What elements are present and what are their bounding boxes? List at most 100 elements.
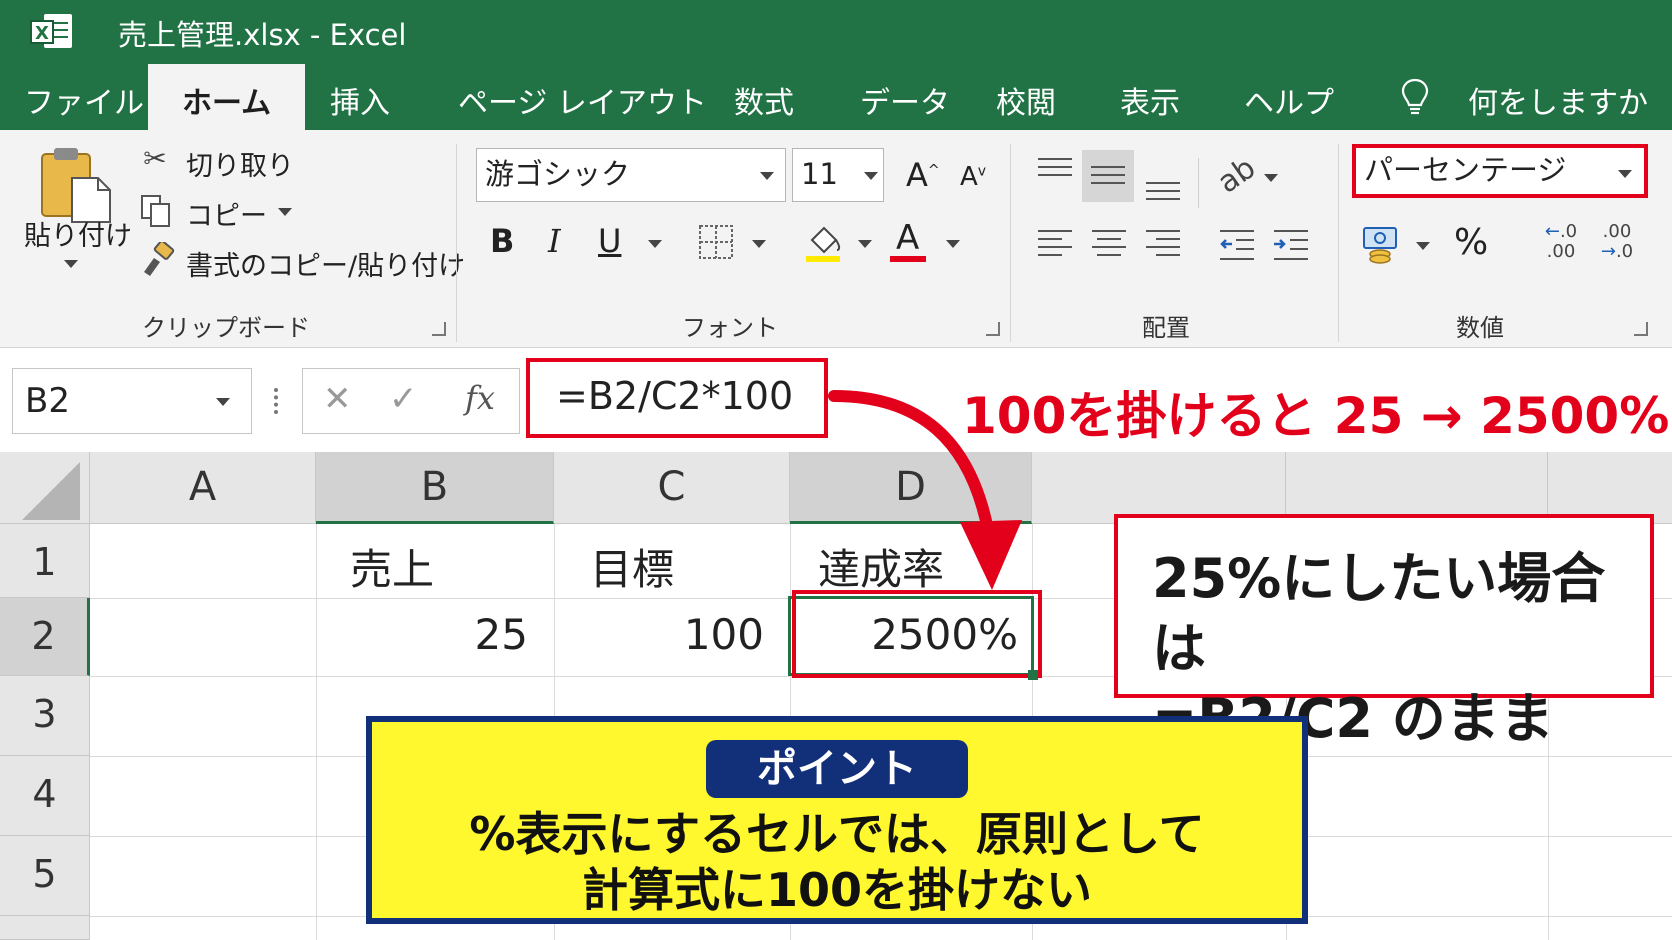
fill-handle[interactable] (1028, 670, 1038, 680)
font-color-button[interactable]: A (896, 218, 919, 258)
cell-b2[interactable]: 25 (326, 610, 528, 659)
align-top-icon[interactable] (1038, 158, 1072, 182)
format-painter-button[interactable]: 書式のコピー/貼り付け (186, 244, 465, 283)
column-header-b[interactable]: B (316, 452, 554, 524)
row-header-1[interactable]: 1 (0, 524, 90, 598)
tab-insert[interactable]: 挿入 (330, 78, 390, 122)
paste-button[interactable]: 貼り付け (24, 214, 132, 253)
gridline (316, 524, 317, 940)
accounting-dropdown-icon[interactable] (1416, 242, 1430, 250)
copy-button[interactable]: コピー (186, 194, 267, 233)
point-box: ポイント %表示にするセルでは、原則として 計算式に100を掛けない (366, 716, 1308, 924)
increase-decimal-button[interactable]: ←.0.00 (1538, 222, 1584, 262)
clipboard-launcher-icon[interactable] (432, 322, 446, 336)
lightbulb-icon (1401, 78, 1429, 115)
font-size-dropdown-icon[interactable] (864, 172, 878, 180)
point-line-2: 計算式に100を掛けない (581, 863, 1093, 917)
point-line-1: %表示にするセルでは、原則として (469, 807, 1205, 861)
callout-text: 100を掛けると 25 → 2500% (962, 387, 1670, 445)
group-divider (1338, 144, 1339, 342)
underline-dropdown-icon[interactable] (648, 240, 662, 248)
row-header-5[interactable]: 5 (0, 836, 90, 916)
increase-indent-icon[interactable] (1272, 228, 1310, 262)
decrease-decimal-button[interactable]: .00 →.0 (1594, 222, 1640, 262)
clipboard-group-label: クリップボード (142, 314, 310, 342)
fill-color-icon[interactable] (804, 222, 844, 262)
italic-button[interactable]: I (548, 222, 561, 260)
grow-font-button[interactable]: A^ (906, 156, 940, 194)
insert-function-icon[interactable]: fx (465, 379, 495, 417)
ribbon-tabs: ファイル ホーム 挿入 ページ レイアウト 数式 データ 校閲 表示 ヘルプ 何… (0, 60, 1672, 130)
align-center-icon[interactable] (1092, 230, 1126, 262)
copy-dropdown-icon[interactable] (278, 208, 292, 216)
tab-view[interactable]: 表示 (1120, 78, 1180, 122)
select-all-triangle-icon (22, 462, 80, 520)
orientation-dropdown-icon[interactable] (1264, 174, 1278, 182)
orientation-icon[interactable]: ab (1211, 150, 1262, 200)
copy-icon[interactable] (140, 194, 172, 228)
tab-review[interactable]: 校閲 (996, 78, 1056, 122)
row-header-6[interactable] (0, 916, 90, 940)
align-middle-icon (1091, 166, 1125, 190)
tab-page-layout[interactable]: ページ レイアウト (458, 78, 707, 122)
tab-data[interactable]: データ (860, 78, 950, 122)
number-format-select[interactable]: パーセンテージ (1352, 144, 1648, 198)
number-launcher-icon[interactable] (1634, 322, 1648, 336)
enter-icon[interactable]: ✓ (389, 379, 418, 419)
scissors-icon[interactable]: ✂ (138, 142, 172, 175)
point-badge: ポイント (706, 740, 968, 798)
paste-icon[interactable] (38, 144, 114, 224)
column-header-a[interactable]: A (90, 452, 316, 524)
name-box-dropdown-icon[interactable] (216, 398, 230, 406)
note-box: 25%にしたい場合は =B2/C2 のまま (1114, 514, 1654, 750)
window-title: 売上管理.xlsx - Excel (118, 18, 407, 52)
align-left-icon[interactable] (1038, 230, 1072, 262)
font-launcher-icon[interactable] (986, 322, 1000, 336)
shrink-font-button[interactable]: Av (960, 162, 986, 192)
tab-file[interactable]: ファイル (24, 78, 144, 122)
percent-style-button[interactable]: % (1454, 222, 1488, 263)
bold-button[interactable]: B (490, 222, 514, 260)
borders-icon[interactable] (698, 224, 734, 260)
row-header-3[interactable]: 3 (0, 676, 90, 756)
red-arrow-icon (828, 390, 1022, 590)
font-name-select[interactable]: 游ゴシック (476, 148, 786, 202)
highlight-box (792, 590, 1042, 678)
cell-c2[interactable]: 100 (564, 610, 764, 659)
decrease-indent-icon[interactable] (1218, 228, 1256, 262)
note-line-1: 25%にしたい場合は (1152, 547, 1606, 680)
fill-color-dropdown-icon[interactable] (858, 240, 872, 248)
format-painter-icon[interactable] (140, 242, 176, 278)
group-divider (1010, 144, 1011, 342)
cancel-icon[interactable]: ✕ (323, 379, 352, 419)
point-text: %表示にするセルでは、原則として 計算式に100を掛けない (372, 806, 1302, 918)
cell-c1[interactable]: 目標 (590, 536, 674, 597)
cell-b1[interactable]: 売上 (350, 536, 434, 597)
tab-help[interactable]: ヘルプ (1244, 78, 1334, 122)
align-right-icon[interactable] (1146, 230, 1180, 262)
formula-buttons: ✕ ✓ fx (302, 368, 520, 434)
font-color-dropdown-icon[interactable] (946, 240, 960, 248)
formula-input[interactable]: =B2/C2*100 (526, 358, 828, 438)
tab-formulas[interactable]: 数式 (734, 78, 794, 122)
font-color-swatch (890, 256, 926, 262)
row-header-2[interactable]: 2 (0, 598, 90, 676)
group-divider (1198, 158, 1199, 208)
paste-dropdown-icon[interactable] (64, 260, 78, 268)
splitter-handle[interactable] (274, 388, 278, 414)
row-header-4[interactable]: 4 (0, 756, 90, 836)
tell-me-search[interactable]: 何をしますか (1468, 78, 1648, 122)
column-header-c[interactable]: C (554, 452, 790, 524)
title-bar: X 売上管理.xlsx - Excel (0, 0, 1672, 60)
cut-button[interactable]: 切り取り (186, 144, 294, 183)
excel-logo-icon: X (30, 12, 72, 50)
accounting-format-icon[interactable] (1362, 226, 1402, 264)
borders-dropdown-icon[interactable] (752, 240, 766, 248)
font-group-label: フォント (682, 314, 778, 342)
align-bottom-icon[interactable] (1146, 182, 1180, 206)
align-middle-button[interactable] (1082, 150, 1134, 202)
number-format-dropdown-icon[interactable] (1618, 170, 1632, 178)
font-name-dropdown-icon[interactable] (760, 172, 774, 180)
underline-button[interactable]: U (598, 222, 621, 260)
tab-home[interactable]: ホーム (148, 64, 306, 130)
